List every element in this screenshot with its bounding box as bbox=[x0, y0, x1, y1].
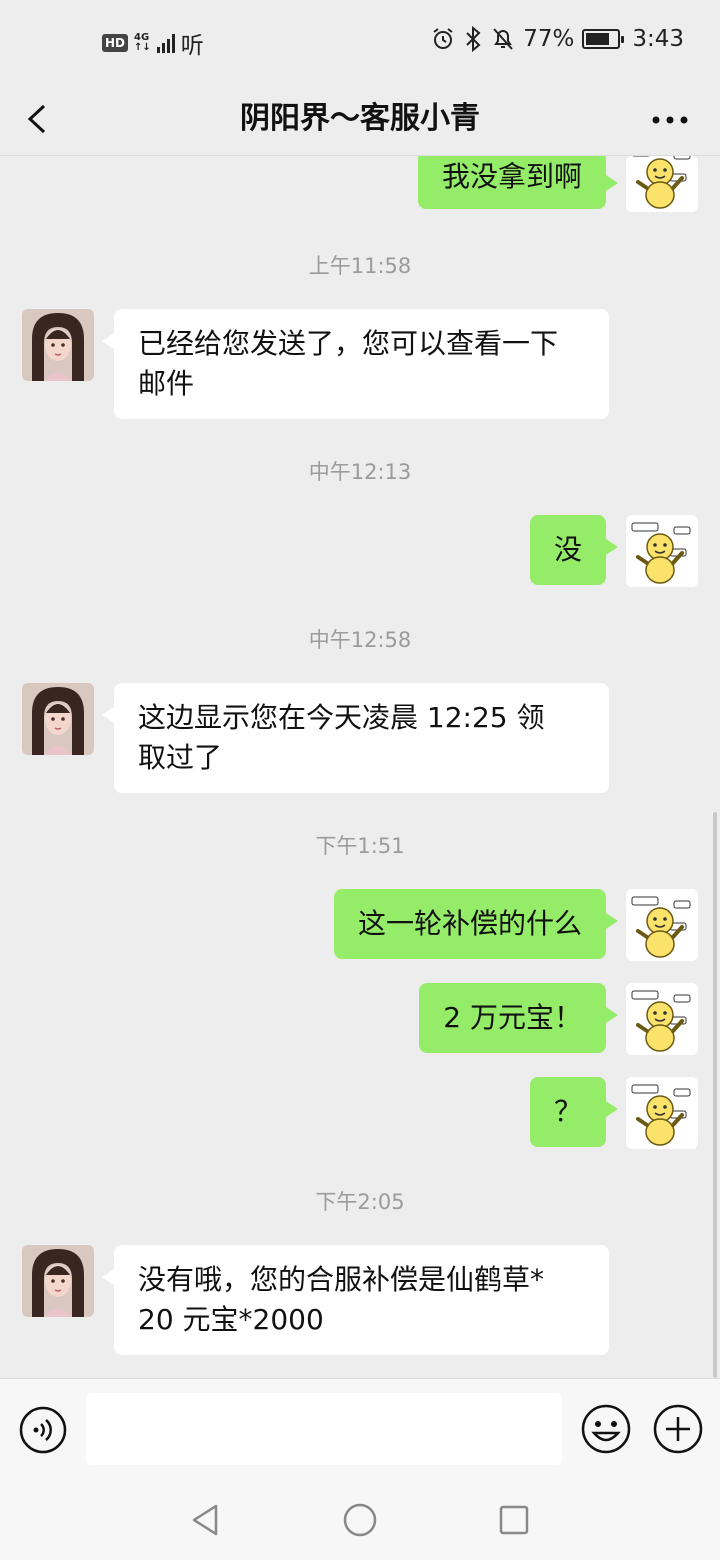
bluetooth-icon bbox=[466, 26, 481, 52]
battery-fill bbox=[586, 33, 610, 45]
emoji-button[interactable] bbox=[580, 1403, 632, 1455]
alarm-icon bbox=[433, 28, 453, 49]
user-avatar-icon bbox=[626, 1077, 698, 1149]
nav-home-button[interactable] bbox=[340, 1500, 380, 1540]
avatar-user[interactable] bbox=[626, 156, 698, 212]
more-dots-icon bbox=[652, 116, 688, 124]
message-bubble-incoming[interactable]: 已经给您发送了，您可以查看一下 邮件 bbox=[102, 309, 609, 419]
avatar-service[interactable] bbox=[22, 309, 94, 381]
user-avatar-icon bbox=[626, 889, 698, 961]
message-bubble-incoming[interactable]: 这边显示您在今天凌晨 12:25 领 取过了 bbox=[102, 683, 609, 793]
circle-home-icon bbox=[343, 1503, 377, 1537]
timestamp: 下午1:51 bbox=[315, 834, 405, 858]
message-bubble-incoming[interactable]: 没有哦，您的合服补偿是仙鹤草* 20 元宝*2000 bbox=[102, 1245, 609, 1355]
avatar-service[interactable] bbox=[22, 1245, 94, 1317]
timestamp: 中午12:13 bbox=[308, 460, 412, 484]
user-avatar-icon bbox=[626, 515, 698, 587]
message-text: 我没拿到啊 bbox=[441, 160, 582, 193]
input-bar bbox=[0, 1378, 720, 1478]
user-avatar-icon bbox=[626, 156, 698, 212]
voice-icon bbox=[19, 1406, 67, 1454]
more-button[interactable] bbox=[650, 94, 690, 144]
message-text: 没 bbox=[553, 533, 582, 566]
network-type: 4G ↑↓ bbox=[134, 33, 151, 53]
message-input[interactable] bbox=[86, 1393, 562, 1465]
voice-button[interactable] bbox=[18, 1405, 68, 1455]
message-bubble-outgoing[interactable]: 我没拿到啊 bbox=[417, 156, 619, 209]
message-text: 这一轮补偿的什么 bbox=[357, 907, 582, 940]
timestamp: 下午2:05 bbox=[315, 1190, 405, 1214]
avatar-user[interactable] bbox=[626, 515, 698, 587]
emoji-icon bbox=[581, 1404, 631, 1454]
timestamp: 中午12:58 bbox=[308, 628, 412, 652]
scrollbar[interactable] bbox=[713, 812, 717, 1378]
page-title: 阴阳界～客服小青 bbox=[240, 101, 480, 136]
message-text-line: 没有哦，您的合服补偿是仙鹤草* bbox=[138, 1263, 545, 1296]
message-bubble-outgoing[interactable]: 2 万元宝！ bbox=[419, 983, 618, 1053]
chat-message-list[interactable]: 我没拿到啊 上午11:58 已经给您发送了，您可以查看一下 邮件 中午12:13 bbox=[0, 156, 720, 1378]
status-right: 77% 3:43 bbox=[431, 26, 684, 52]
mute-bell-icon bbox=[493, 28, 513, 50]
network-activity: ↑↓ bbox=[134, 42, 151, 53]
avatar-user[interactable] bbox=[626, 983, 698, 1055]
service-avatar-icon bbox=[22, 1245, 94, 1317]
status-bar: HD 4G ↑↓ 听 77% 3:43 bbox=[0, 0, 720, 82]
square-recent-icon bbox=[499, 1505, 529, 1535]
plus-button[interactable] bbox=[652, 1403, 704, 1455]
message-text-line: 取过了 bbox=[138, 741, 223, 774]
system-nav-bar bbox=[0, 1478, 720, 1560]
message-text-line: 邮件 bbox=[138, 367, 195, 400]
timestamp: 上午11:58 bbox=[308, 254, 412, 278]
avatar-user[interactable] bbox=[626, 1077, 698, 1149]
service-avatar-icon bbox=[22, 683, 94, 755]
message-text: ？ bbox=[553, 1095, 582, 1128]
message-bubble-outgoing[interactable]: 没 bbox=[529, 515, 619, 585]
message-text: 2 万元宝！ bbox=[443, 1001, 582, 1034]
battery-percent: 77% bbox=[523, 26, 575, 52]
message-text-line: 已经给您发送了，您可以查看一下 bbox=[138, 327, 559, 360]
battery-icon bbox=[582, 29, 625, 49]
nav-recent-button[interactable] bbox=[494, 1500, 534, 1540]
message-text-line: 这边显示您在今天凌晨 12:25 领 bbox=[138, 701, 545, 734]
hd-badge: HD bbox=[102, 34, 129, 52]
plus-icon bbox=[653, 1404, 703, 1454]
message-bubble-outgoing[interactable]: 这一轮补偿的什么 bbox=[333, 889, 619, 959]
user-avatar-icon bbox=[626, 983, 698, 1055]
nav-back-button[interactable] bbox=[186, 1500, 226, 1540]
avatar-user[interactable] bbox=[626, 889, 698, 961]
triangle-back-icon bbox=[192, 1504, 218, 1536]
avatar-service[interactable] bbox=[22, 683, 94, 755]
message-text-line: 20 元宝*2000 bbox=[138, 1303, 324, 1336]
chat-header: 阴阳界～客服小青 bbox=[0, 82, 720, 156]
status-left: HD 4G ↑↓ 听 bbox=[102, 26, 204, 60]
signal-icon bbox=[156, 33, 175, 53]
status-time: 3:43 bbox=[632, 26, 684, 52]
service-avatar-icon bbox=[22, 309, 94, 381]
carrier-text: 听 bbox=[180, 33, 204, 59]
message-bubble-outgoing[interactable]: ？ bbox=[529, 1077, 619, 1147]
